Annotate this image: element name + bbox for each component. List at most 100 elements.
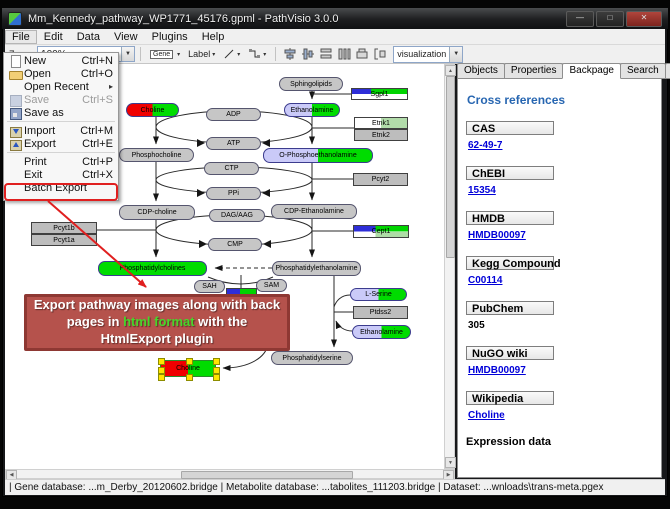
scroll-up-icon[interactable]: ▲ <box>445 65 456 76</box>
chevron-down-icon[interactable]: ▾ <box>212 51 215 58</box>
label-button[interactable]: Label ▾ <box>184 46 219 63</box>
node-pcyt2[interactable]: Pcyt2 <box>353 173 408 186</box>
menu-item-open[interactable]: OpenCtrl+O <box>4 67 118 80</box>
node-cdp-choline[interactable]: CDP-choline <box>119 205 195 220</box>
xref-link[interactable]: 62-49-7 <box>468 140 502 151</box>
distribute-rows-button[interactable] <box>318 46 334 62</box>
menu-item-import[interactable]: ImportCtrl+M <box>4 124 118 137</box>
node-ptdss2[interactable]: Ptdss2 <box>353 306 408 319</box>
node-phosphatidylethanolamine[interactable]: Phosphatidylethanolamine <box>272 261 361 276</box>
menu-item-exit[interactable]: ExitCtrl+X <box>4 168 118 181</box>
node-l-serine[interactable]: L-Serine <box>350 288 407 301</box>
node-sah[interactable]: SAH <box>194 280 225 293</box>
selection-handle[interactable] <box>213 374 220 381</box>
selection-handle[interactable] <box>186 374 193 381</box>
vertical-scrollbar[interactable]: ▲ ▼ <box>444 64 455 469</box>
node-pcyt1b[interactable]: Pcyt1b <box>31 222 97 234</box>
align-vertical-center-button[interactable] <box>282 46 298 62</box>
xref-link[interactable]: HMDB00097 <box>468 230 526 241</box>
menu-item-new[interactable]: NewCtrl+N <box>4 54 118 67</box>
menu-item-export[interactable]: ExportCtrl+E <box>4 137 118 150</box>
xref-value: 305 <box>468 320 485 331</box>
tab-objects[interactable]: Objects <box>457 63 505 79</box>
node-phosphatidylcholines[interactable]: Phosphatidylcholines <box>98 261 207 276</box>
line-tool-button[interactable]: ▾ <box>219 46 244 63</box>
node-phosphocholine[interactable]: Phosphocholine <box>119 148 194 162</box>
horizontal-scrollbar[interactable]: ◀ ▶ <box>5 469 455 479</box>
tab-search[interactable]: Search <box>620 63 666 79</box>
node-cept1[interactable]: Cept1 <box>353 225 409 238</box>
xref-link[interactable]: Choline <box>468 410 505 421</box>
menu-icon-blank <box>7 169 24 181</box>
common-bounds-button[interactable] <box>354 46 370 62</box>
node-label: Choline <box>176 365 200 372</box>
menubar-item-edit[interactable]: Edit <box>37 30 70 44</box>
menu-item-save[interactable]: SaveCtrl+S <box>4 93 118 106</box>
node-cdp-ethanolamine[interactable]: CDP-Ethanolamine <box>271 204 357 219</box>
xref-link[interactable]: HMDB00097 <box>468 365 526 376</box>
minimize-button[interactable]: — <box>566 11 594 27</box>
selection-handle[interactable] <box>213 367 220 374</box>
node-etnk2[interactable]: Etnk2 <box>354 129 408 141</box>
node-ctp[interactable]: CTP <box>204 162 259 175</box>
chevron-down-icon[interactable]: ▾ <box>177 51 180 58</box>
group-button[interactable] <box>372 46 388 62</box>
node-ppi[interactable]: PPi <box>206 187 261 200</box>
toolbar-separator <box>140 47 141 61</box>
visualization-dropdown-arrow-icon[interactable]: ▼ <box>449 47 462 62</box>
selection-handle[interactable] <box>158 367 165 374</box>
menu-item-label: Exit <box>24 169 74 181</box>
selection-handle[interactable] <box>213 358 220 365</box>
node-choline[interactable]: Choline <box>126 103 179 117</box>
node-choline-selected[interactable]: Choline <box>160 360 216 377</box>
menu-item-print[interactable]: PrintCtrl+P <box>4 155 118 168</box>
import-icon <box>7 125 24 137</box>
menu-item-save-as[interactable]: Save as <box>4 106 118 119</box>
scroll-down-icon[interactable]: ▼ <box>445 457 456 468</box>
xref-section-hmdb: HMDBHMDB00097 <box>466 211 653 243</box>
node-sam[interactable]: SAM <box>256 279 287 292</box>
node-phosphatidylserine[interactable]: Phosphatidylserine <box>271 351 353 365</box>
vertical-scroll-thumb[interactable] <box>446 76 455 258</box>
visualization-combobox[interactable]: visualization ▼ <box>393 46 463 63</box>
selection-handle[interactable] <box>186 358 193 365</box>
status-text: | Gene database: ...m_Derby_20120602.bri… <box>9 482 603 493</box>
menubar-item-help[interactable]: Help <box>195 30 232 44</box>
xref-link[interactable]: C00114 <box>468 275 502 286</box>
zoom-dropdown-arrow-icon[interactable]: ▼ <box>121 47 134 61</box>
node-ethanolamine-2[interactable]: Ethanolamine <box>352 325 411 339</box>
close-button[interactable]: ✕ <box>626 11 662 27</box>
node-atp[interactable]: ATP <box>206 137 261 150</box>
node-cmp[interactable]: CMP <box>208 238 262 251</box>
node-adp[interactable]: ADP <box>206 108 261 121</box>
chevron-down-icon[interactable]: ▾ <box>237 51 240 58</box>
node-o-phosphoethanolamine[interactable]: O-Phosphoethanolamine <box>263 148 373 163</box>
maximize-button[interactable]: □ <box>596 11 624 27</box>
datanode-button[interactable]: Gene ▾ <box>146 46 184 63</box>
connector-tool-button[interactable]: ▾ <box>244 46 270 63</box>
node-ethanolamine[interactable]: Ethanolamine <box>284 103 340 117</box>
node-sphingolipids[interactable]: Sphingolipids <box>279 77 343 91</box>
menubar-item-view[interactable]: View <box>107 30 145 44</box>
chevron-down-icon[interactable]: ▾ <box>263 51 266 58</box>
distribute-columns-button[interactable] <box>336 46 352 62</box>
node-label: SAH <box>202 283 216 290</box>
tab-backpage[interactable]: Backpage <box>562 63 620 79</box>
menu-item-open-recent[interactable]: Open Recent▸ <box>4 80 118 93</box>
menubar-item-file[interactable]: File <box>5 30 37 44</box>
align-horizontal-center-button[interactable] <box>300 46 316 62</box>
menubar-item-plugins[interactable]: Plugins <box>145 30 195 44</box>
tab-properties[interactable]: Properties <box>504 63 564 79</box>
horizontal-scroll-thumb[interactable] <box>181 471 353 479</box>
xref-link[interactable]: 15354 <box>468 185 496 196</box>
node-pcyt1a[interactable]: Pcyt1a <box>31 234 97 246</box>
node-dag-aag[interactable]: DAG/AAG <box>209 209 265 222</box>
selection-handle[interactable] <box>158 358 165 365</box>
selection-handle[interactable] <box>158 374 165 381</box>
menu-item-batch-export[interactable]: Batch Export <box>4 181 118 194</box>
tab-legend[interactable]: Legend <box>665 63 670 79</box>
node-etnk1[interactable]: Etnk1 <box>354 117 408 129</box>
menubar-item-data[interactable]: Data <box>70 30 107 44</box>
node-sgpl1[interactable]: Sgpl1 <box>351 88 408 100</box>
menu-item-label: Open Recent <box>24 81 101 93</box>
